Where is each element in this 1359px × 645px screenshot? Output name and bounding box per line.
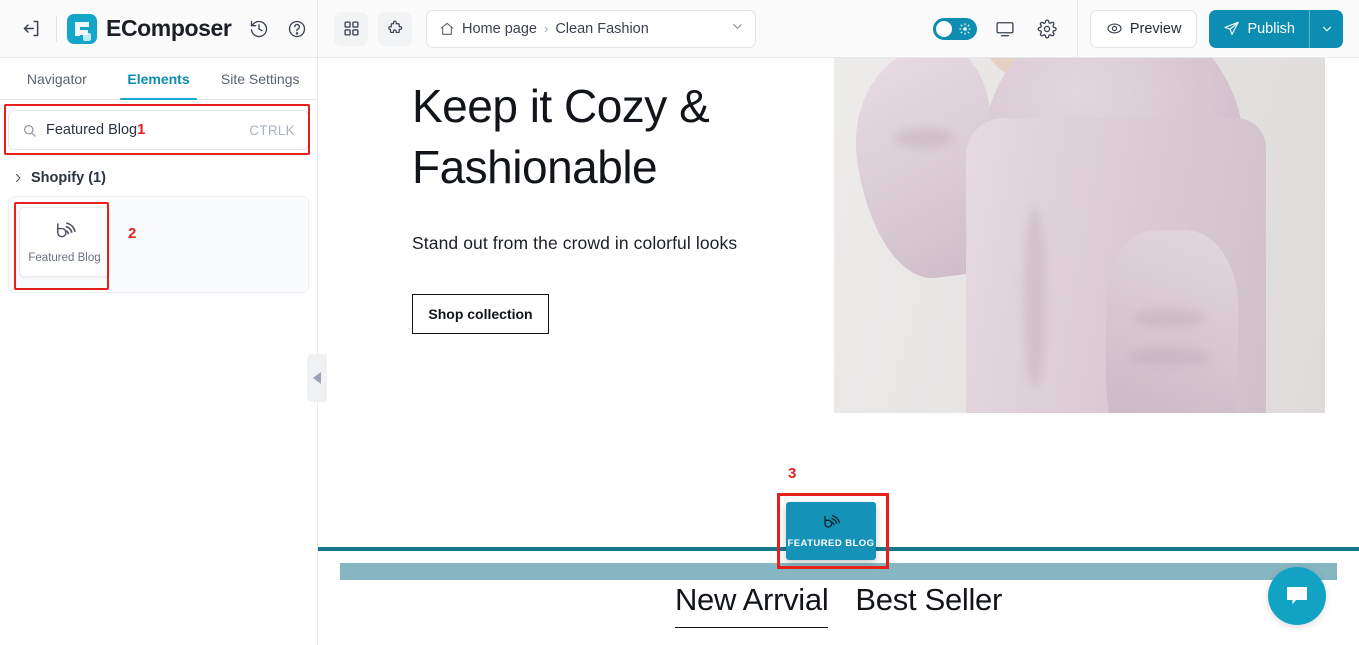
- eye-icon: [1106, 20, 1123, 37]
- sidebar-tabs: Navigator Elements Site Settings: [0, 58, 317, 100]
- toggle-knob: [935, 20, 952, 37]
- hero-subheading: Stand out from the crowd in colorful loo…: [412, 233, 738, 254]
- page-canvas[interactable]: Keep it Cozy & Fashionable Stand out fro…: [318, 58, 1359, 645]
- ecomposer-logo-icon: [67, 13, 97, 44]
- publish-label: Publish: [1247, 20, 1295, 37]
- desktop-monitor-icon[interactable]: [991, 15, 1019, 43]
- annotation-number-1: 1: [137, 121, 146, 138]
- sidebar-collapse-handle[interactable]: [307, 354, 327, 402]
- breadcrumb-separator: ›: [543, 21, 549, 36]
- hero-image-fold-b: [1134, 308, 1204, 328]
- top-toolbar: EComposer Home page › Clean Fashion Prev…: [0, 0, 1359, 58]
- help-circle-icon[interactable]: [283, 15, 311, 43]
- search-input[interactable]: Featured Blog CTRLK: [8, 110, 309, 150]
- featured-blog-element-card[interactable]: Featured Blog: [19, 207, 110, 277]
- toolbar-right-area: Preview Publish: [932, 0, 1359, 57]
- ecomposer-editor: EComposer Home page › Clean Fashion Prev…: [0, 0, 1359, 645]
- tab-elements[interactable]: Elements: [108, 58, 210, 100]
- preview-label: Preview: [1129, 20, 1182, 37]
- chat-bubble-icon[interactable]: [1268, 567, 1326, 625]
- annotation-number-3: 3: [788, 465, 797, 482]
- search-input-value: Featured Blog: [46, 122, 138, 138]
- drag-ghost-drop-target[interactable]: FEATURED BLOG: [786, 502, 876, 560]
- back-arrow-icon[interactable]: [16, 14, 46, 44]
- sun-icon: [959, 22, 971, 35]
- category-tab-new-arrival[interactable]: New Arrvial: [674, 582, 829, 628]
- hero-image-fold-c: [1130, 348, 1210, 366]
- chevron-down-icon[interactable]: [730, 19, 745, 39]
- search-shortcut-hint: CTRLK: [249, 122, 295, 138]
- annotation-number-2: 2: [128, 225, 137, 242]
- hero-heading: Keep it Cozy & Fashionable: [412, 80, 710, 193]
- category-tab-new-arrival-label: New Arrvial: [674, 582, 829, 617]
- light-dark-toggle[interactable]: [932, 17, 977, 40]
- breadcrumb-page[interactable]: Home page: [462, 21, 537, 37]
- brand-logo[interactable]: EComposer: [67, 13, 232, 44]
- shop-collection-label: Shop collection: [428, 306, 533, 323]
- category-tab-best-seller-label: Best Seller: [855, 582, 1003, 617]
- element-group-shopify[interactable]: Shopify (1): [0, 158, 317, 196]
- editor-body: Navigator Elements Site Settings Feature…: [0, 58, 1359, 645]
- tab-navigator[interactable]: Navigator: [6, 58, 108, 99]
- element-group-panel: Featured Blog 2: [8, 196, 309, 293]
- puzzle-extension-icon[interactable]: [378, 11, 412, 46]
- tab-elements-label: Elements: [127, 70, 190, 87]
- history-icon[interactable]: [245, 15, 273, 43]
- left-sidebar: Navigator Elements Site Settings Feature…: [0, 58, 327, 645]
- paper-plane-icon: [1223, 20, 1240, 37]
- blog-rss-icon: [52, 221, 78, 245]
- search-zone: Featured Blog CTRLK 1: [0, 100, 317, 158]
- hero-image-fold-d: [894, 128, 954, 148]
- drag-ghost-label: FEATURED BLOG: [787, 537, 875, 549]
- toolbar-brand-area: EComposer: [0, 0, 318, 57]
- breadcrumb-template[interactable]: Clean Fashion: [555, 21, 649, 37]
- hero-image: [834, 58, 1325, 413]
- gear-icon[interactable]: [1033, 15, 1061, 43]
- tab-site-settings[interactable]: Site Settings: [209, 58, 311, 99]
- search-icon: [22, 123, 37, 138]
- publish-button[interactable]: Publish: [1209, 9, 1309, 48]
- publish-button-group: Publish: [1209, 9, 1343, 48]
- product-category-tabs: New Arrvial Best Seller: [318, 582, 1359, 628]
- category-tab-best-seller[interactable]: Best Seller: [855, 582, 1002, 627]
- home-icon: [439, 21, 455, 37]
- grid-apps-icon[interactable]: [334, 11, 368, 46]
- chevron-right-icon: [12, 172, 24, 184]
- blog-rss-icon: [820, 514, 842, 534]
- section-highlight-bar: [340, 563, 1337, 580]
- hero-image-fold-a: [1024, 208, 1046, 388]
- publish-dropdown-caret[interactable]: [1309, 9, 1343, 48]
- hero-section[interactable]: Keep it Cozy & Fashionable Stand out fro…: [318, 58, 1359, 428]
- breadcrumb[interactable]: Home page › Clean Fashion: [426, 9, 756, 48]
- featured-blog-element-label: Featured Blog: [28, 251, 101, 264]
- shop-collection-button[interactable]: Shop collection: [412, 294, 549, 335]
- caret-left-icon: [312, 372, 322, 384]
- hero-text-block: Keep it Cozy & Fashionable Stand out fro…: [318, 58, 834, 428]
- tab-navigator-label: Navigator: [26, 70, 87, 87]
- tab-site-settings-label: Site Settings: [220, 70, 300, 87]
- preview-button[interactable]: Preview: [1089, 9, 1198, 48]
- element-group-label: Shopify (1): [31, 170, 106, 186]
- toolbar-divider: [56, 15, 57, 42]
- toolbar-view-controls: [932, 0, 1078, 57]
- brand-name: EComposer: [106, 15, 232, 41]
- toolbar-center-area: Home page › Clean Fashion: [318, 0, 933, 57]
